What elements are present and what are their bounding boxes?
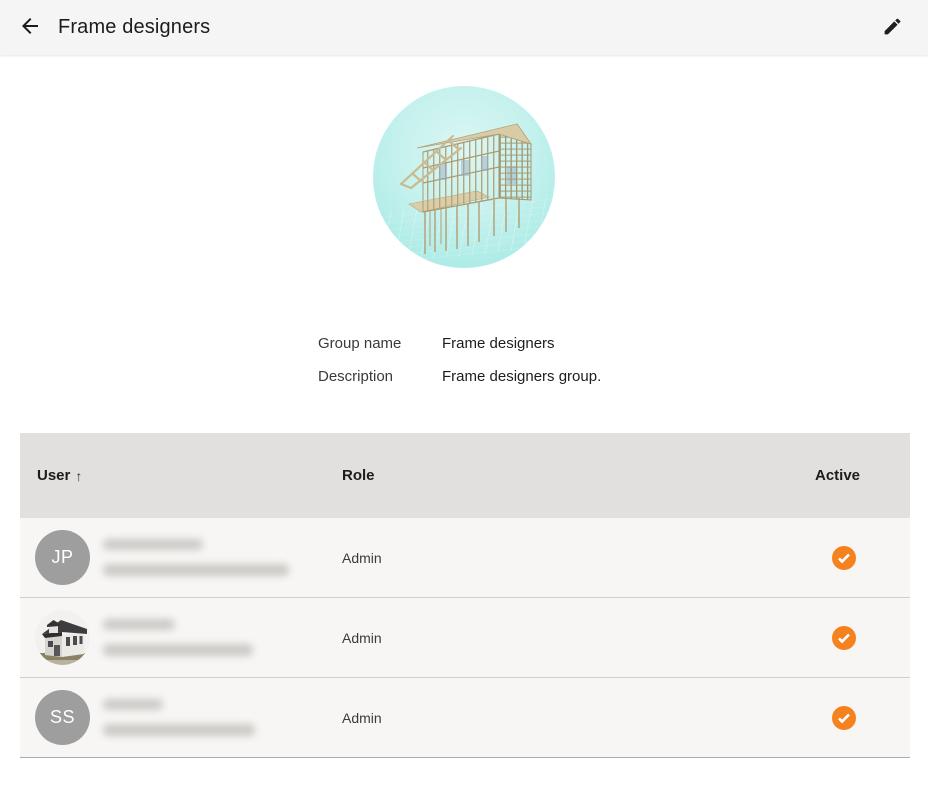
table-row[interactable]: Admin bbox=[20, 598, 910, 678]
redacted-user-name bbox=[103, 619, 175, 630]
redacted-user-info bbox=[103, 619, 253, 656]
arrow-left-icon bbox=[18, 14, 42, 41]
role-cell: Admin bbox=[342, 710, 815, 726]
user-cell bbox=[20, 610, 342, 665]
avatar: JP bbox=[35, 530, 90, 585]
active-cell bbox=[815, 706, 910, 730]
active-cell bbox=[815, 626, 910, 650]
user-cell: JP bbox=[20, 530, 342, 585]
active-check-icon bbox=[832, 706, 856, 730]
group-name-label: Group name bbox=[318, 335, 442, 352]
role-cell: Admin bbox=[342, 550, 815, 566]
members-table: User ↑ Role Active JP Admin bbox=[20, 433, 910, 758]
redacted-user-name bbox=[103, 699, 163, 710]
sort-asc-icon: ↑ bbox=[75, 468, 82, 484]
house-avatar-image bbox=[35, 610, 90, 665]
redacted-user-email bbox=[103, 564, 289, 576]
column-header-active[interactable]: Active bbox=[815, 467, 910, 484]
column-header-role[interactable]: Role bbox=[342, 467, 815, 484]
group-info: Group name Frame designers Description F… bbox=[318, 335, 928, 383]
active-check-icon bbox=[832, 626, 856, 650]
table-header: User ↑ Role Active bbox=[20, 433, 910, 518]
redacted-user-email bbox=[103, 644, 253, 656]
back-button[interactable] bbox=[12, 10, 48, 46]
redacted-user-info bbox=[103, 539, 289, 576]
description-value: Frame designers group. bbox=[442, 368, 601, 385]
group-name-value: Frame designers bbox=[442, 335, 555, 352]
description-label: Description bbox=[318, 368, 442, 385]
edit-button[interactable] bbox=[874, 10, 910, 46]
active-cell bbox=[815, 546, 910, 570]
pencil-icon bbox=[882, 16, 903, 40]
group-name-row: Group name Frame designers bbox=[318, 335, 928, 350]
user-cell: SS bbox=[20, 690, 342, 745]
page-title: Frame designers bbox=[58, 16, 210, 39]
group-avatar bbox=[373, 86, 555, 268]
appbar: Frame designers bbox=[0, 0, 928, 55]
description-row: Description Frame designers group. bbox=[318, 368, 928, 383]
active-check-icon bbox=[832, 546, 856, 570]
timber-frame-house-image bbox=[373, 86, 555, 268]
role-cell: Admin bbox=[342, 630, 815, 646]
redacted-user-email bbox=[103, 724, 255, 736]
redacted-user-info bbox=[103, 699, 255, 736]
column-header-user[interactable]: User ↑ bbox=[20, 467, 342, 484]
redacted-user-name bbox=[103, 539, 203, 550]
table-row[interactable]: SS Admin bbox=[20, 678, 910, 758]
table-row[interactable]: JP Admin bbox=[20, 518, 910, 598]
avatar: SS bbox=[35, 690, 90, 745]
